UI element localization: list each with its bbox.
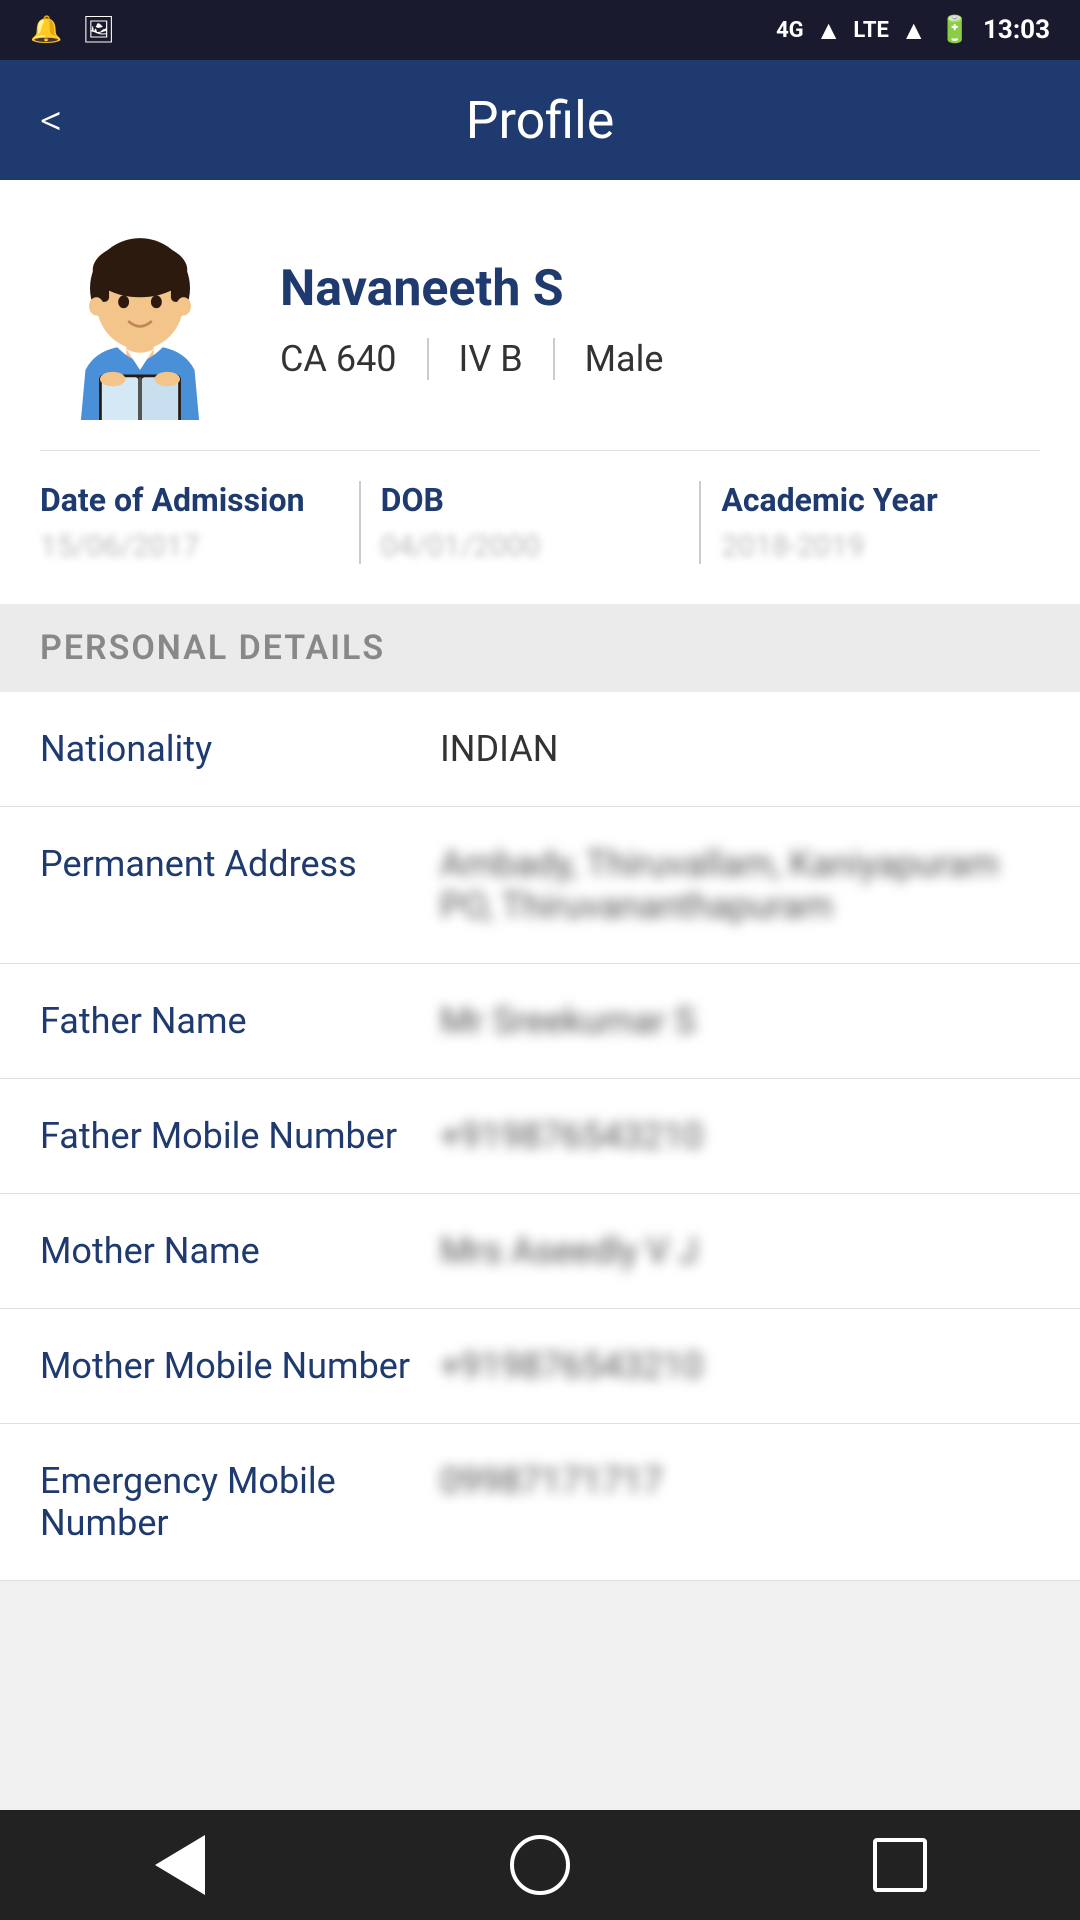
status-left: 🔔 🖼 — [30, 15, 115, 45]
bottom-navigation — [0, 1810, 1080, 1920]
profile-section: Navaneeth S CA 640 IV B Male Date of Adm… — [0, 180, 1080, 604]
date-of-admission-item: Date of Admission 15/06/2017 — [40, 481, 361, 564]
status-bar: 🔔 🖼 4G ▲ LTE ▲ 🔋 13:03 — [0, 0, 1080, 60]
page-title: Profile — [466, 90, 615, 151]
home-nav-button[interactable] — [500, 1825, 580, 1905]
personal-details-section: NationalityINDIANPermanent AddressAmbady… — [0, 692, 1080, 1581]
detail-value-6: 09987171717 — [440, 1460, 1040, 1502]
recents-nav-button[interactable] — [860, 1825, 940, 1905]
profile-info: Navaneeth S CA 640 IV B Male — [280, 260, 1040, 380]
time-display: 13:03 — [983, 15, 1050, 45]
detail-value-0: INDIAN — [440, 728, 1040, 770]
detail-label-6: Emergency Mobile Number — [40, 1460, 440, 1544]
network-4g-icon: 4G — [776, 18, 804, 43]
academic-year-label: Academic Year — [721, 481, 1020, 519]
gender: Male — [555, 338, 694, 380]
home-nav-icon — [510, 1835, 570, 1895]
back-nav-icon — [155, 1835, 205, 1895]
profile-name: Navaneeth S — [280, 260, 1040, 318]
avatar — [40, 220, 240, 420]
app-header: < Profile — [0, 60, 1080, 180]
detail-row: Father Mobile Number+919876543210 — [0, 1079, 1080, 1194]
detail-row: Mother NameMrs Aseedly V J — [0, 1194, 1080, 1309]
roll-number: CA 640 — [280, 338, 429, 380]
profile-meta: CA 640 IV B Male — [280, 338, 1040, 380]
lte-icon: LTE — [853, 18, 888, 43]
back-nav-button[interactable] — [140, 1825, 220, 1905]
date-of-admission-label: Date of Admission — [40, 481, 339, 519]
detail-value-5: +919876543210 — [440, 1345, 1040, 1387]
class-section: IV B — [429, 338, 555, 380]
date-of-admission-value: 15/06/2017 — [40, 529, 339, 564]
signal-icon-2: ▲ — [901, 15, 927, 46]
dob-label: DOB — [381, 481, 680, 519]
notification-icon: 🔔 — [30, 15, 62, 45]
detail-value-4: Mrs Aseedly V J — [440, 1230, 1040, 1272]
battery-icon: 🔋 — [939, 15, 971, 45]
academic-year-item: Academic Year 2018-2019 — [701, 481, 1040, 564]
status-right: 4G ▲ LTE ▲ 🔋 13:03 — [776, 15, 1050, 46]
academic-year-value: 2018-2019 — [721, 529, 1020, 564]
admission-details-row: Date of Admission 15/06/2017 DOB 04/01/2… — [40, 450, 1040, 564]
detail-row: Emergency Mobile Number09987171717 — [0, 1424, 1080, 1581]
recents-nav-icon — [873, 1838, 927, 1892]
detail-label-1: Permanent Address — [40, 843, 440, 885]
dob-item: DOB 04/01/2000 — [361, 481, 702, 564]
image-icon: 🖼 — [82, 15, 115, 45]
personal-details-header: PERSONAL DETAILS — [0, 604, 1080, 692]
detail-label-0: Nationality — [40, 728, 440, 770]
detail-value-2: Mr Sreekumar S — [440, 1000, 1040, 1042]
detail-row: Permanent AddressAmbady, Thiruvallam, Ka… — [0, 807, 1080, 964]
detail-value-1: Ambady, Thiruvallam, Kaniyapuram PO, Thi… — [440, 843, 1040, 927]
detail-value-3: +919876543210 — [440, 1115, 1040, 1157]
detail-label-3: Father Mobile Number — [40, 1115, 440, 1157]
signal-icon: ▲ — [816, 15, 842, 46]
detail-label-4: Mother Name — [40, 1230, 440, 1272]
detail-label-5: Mother Mobile Number — [40, 1345, 440, 1387]
profile-top: Navaneeth S CA 640 IV B Male — [40, 220, 1040, 420]
detail-row: NationalityINDIAN — [0, 692, 1080, 807]
detail-row: Father NameMr Sreekumar S — [0, 964, 1080, 1079]
detail-label-2: Father Name — [40, 1000, 440, 1042]
back-button[interactable]: < — [40, 94, 63, 146]
detail-row: Mother Mobile Number+919876543210 — [0, 1309, 1080, 1424]
dob-value: 04/01/2000 — [381, 529, 680, 564]
